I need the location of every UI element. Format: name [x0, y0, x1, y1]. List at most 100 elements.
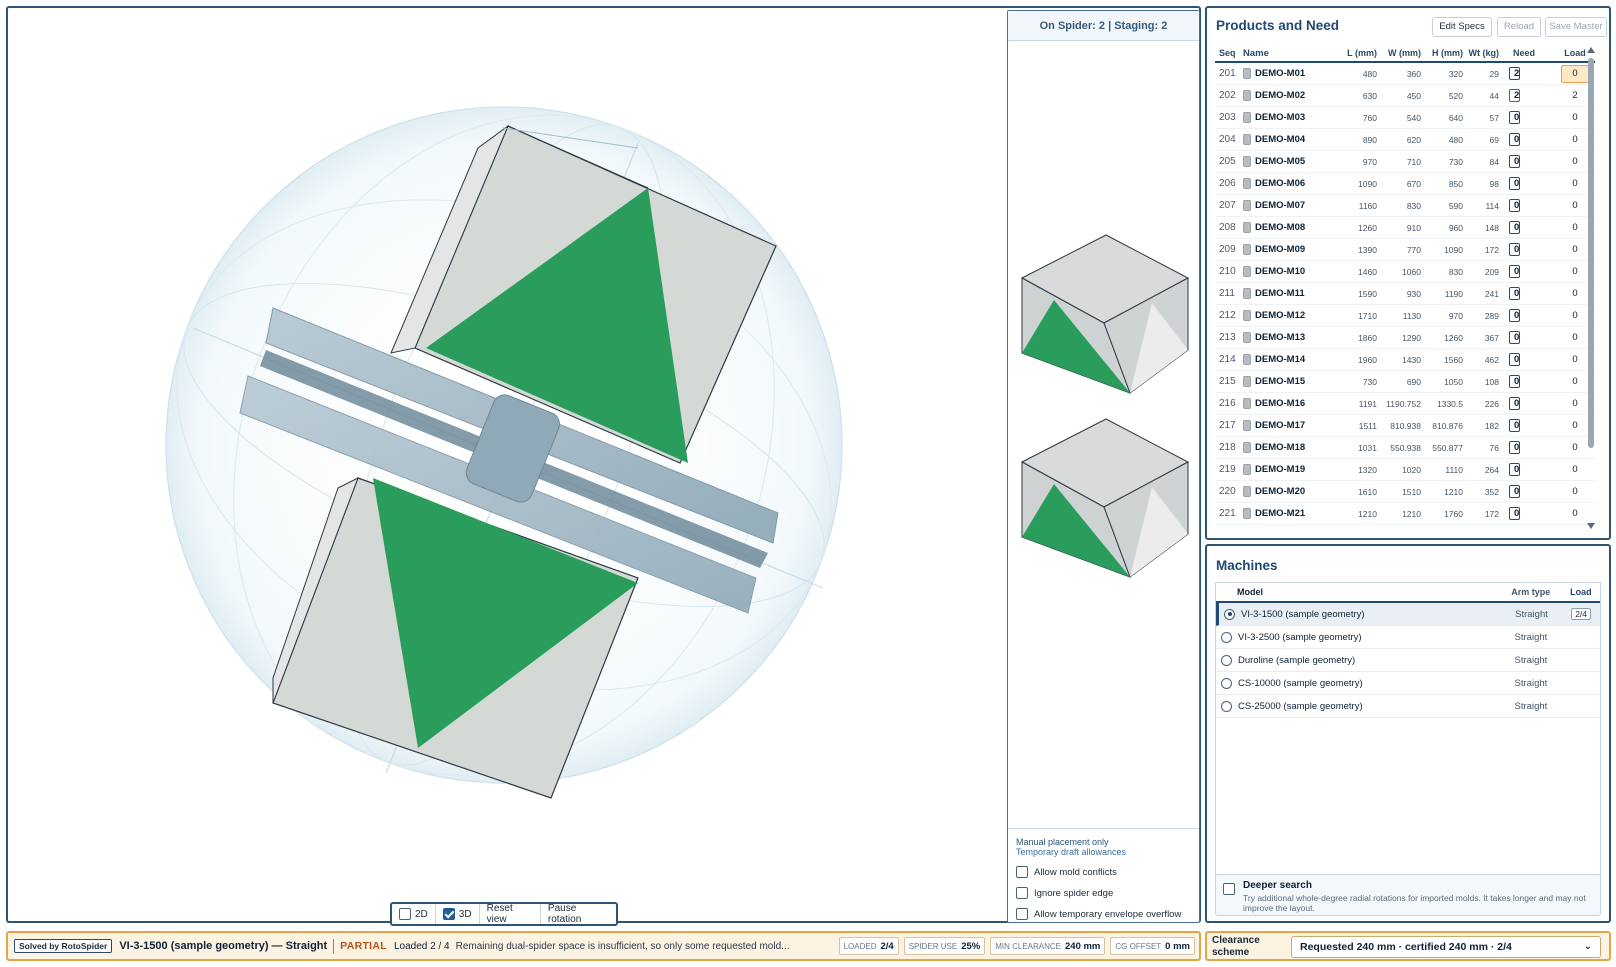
table-row[interactable]: 216 DEMO-M16 1191 1190.752 1330.5 226 0 0: [1215, 393, 1595, 415]
need-input[interactable]: 0: [1509, 155, 1521, 168]
cell-need: 0: [1499, 484, 1557, 499]
edit-specs-button[interactable]: Edit Specs: [1432, 17, 1492, 37]
cell-name: DEMO-M03: [1243, 112, 1335, 123]
checkbox[interactable]: [1016, 887, 1028, 899]
table-row[interactable]: 219 DEMO-M19 1320 1020 1110 264 0 0: [1215, 459, 1595, 481]
table-row[interactable]: 203 DEMO-M03 760 540 640 57 0 0: [1215, 107, 1595, 129]
need-input[interactable]: 0: [1509, 419, 1521, 432]
cell-l: 480: [1362, 68, 1377, 79]
products-table: Seq Name L (mm) W (mm) H (mm) Wt (kg) Ne…: [1215, 45, 1595, 535]
table-row[interactable]: 209 DEMO-M09 1390 770 1090 172 0 0: [1215, 239, 1595, 261]
need-input[interactable]: 2: [1509, 67, 1521, 80]
ignore-spider-edge-checkbox[interactable]: Ignore spider edge: [1016, 887, 1191, 899]
table-row[interactable]: 204 DEMO-M04 890 620 480 69 0 0: [1215, 129, 1595, 151]
need-input[interactable]: 0: [1509, 177, 1521, 190]
machine-row[interactable]: VI-3-1500 (sample geometry) Straight 2/4: [1216, 603, 1600, 626]
table-row[interactable]: 215 DEMO-M15 730 690 1050 108 0 0: [1215, 371, 1595, 393]
mold-name: DEMO-M04: [1255, 134, 1306, 145]
cell-w: 450: [1406, 90, 1421, 101]
table-row[interactable]: 212 DEMO-M12 1710 1130 970 289 0 0: [1215, 305, 1595, 327]
need-input[interactable]: 0: [1509, 111, 1521, 124]
cell-w: 550.938: [1390, 442, 1421, 453]
mold-color-swatch: [1243, 156, 1251, 167]
checkbox-2d[interactable]: [399, 908, 411, 920]
need-input[interactable]: 2: [1509, 89, 1521, 102]
toggle-3d[interactable]: 3D: [436, 904, 480, 924]
cell-name: DEMO-M01: [1243, 68, 1335, 79]
need-input[interactable]: 0: [1509, 199, 1521, 212]
cell-name: DEMO-M12: [1243, 310, 1335, 321]
save-master-button[interactable]: Save Master: [1545, 17, 1607, 37]
need-input[interactable]: 0: [1509, 133, 1521, 146]
checkbox[interactable]: [1016, 908, 1028, 920]
table-row[interactable]: 206 DEMO-M06 1090 670 850 98 0 0: [1215, 173, 1595, 195]
need-input[interactable]: 0: [1509, 243, 1521, 256]
table-row[interactable]: 221 DEMO-M21 1210 1210 1760 172 0 0: [1215, 503, 1595, 525]
table-row[interactable]: 220 DEMO-M20 1610 1510 1210 352 0 0: [1215, 481, 1595, 503]
table-row[interactable]: 205 DEMO-M05 970 710 730 84 0 0: [1215, 151, 1595, 173]
need-input[interactable]: 0: [1509, 309, 1521, 322]
load-value: 0: [1572, 112, 1578, 123]
cell-wt: 108: [1484, 376, 1499, 387]
machine-radio[interactable]: [1221, 654, 1232, 666]
machine-radio[interactable]: [1224, 608, 1235, 620]
cell-h: 590: [1448, 200, 1463, 211]
allow-envelope-overflow-checkbox[interactable]: Allow temporary envelope overflow: [1016, 908, 1191, 920]
deeper-search-option[interactable]: Deeper search Try additional whole-degre…: [1215, 874, 1601, 916]
staged-mold-thumbnail[interactable]: [1018, 233, 1190, 401]
toggle-2d[interactable]: 2D: [392, 904, 436, 924]
cell-h: 830: [1448, 266, 1463, 277]
table-row[interactable]: 217 DEMO-M17 1511 810.938 810.876 182 0 0: [1215, 415, 1595, 437]
cell-seq: 205: [1219, 156, 1236, 167]
viewer-panel[interactable]: On Spider: 2 | Staging: 2 Manual placeme…: [6, 6, 1201, 923]
table-row[interactable]: 201 DEMO-M01 480 360 320 29 2 0: [1215, 63, 1595, 85]
need-input[interactable]: 0: [1509, 507, 1521, 520]
machine-row[interactable]: CS-10000 (sample geometry) Straight: [1216, 672, 1600, 695]
allow-mold-conflicts-checkbox[interactable]: Allow mold conflicts: [1016, 866, 1191, 878]
pause-rotation-button[interactable]: Pause rotation: [541, 903, 616, 925]
machine-radio[interactable]: [1221, 677, 1232, 689]
staged-mold-thumbnail[interactable]: [1018, 417, 1190, 585]
machine-radio[interactable]: [1221, 700, 1232, 712]
need-input[interactable]: 0: [1509, 287, 1521, 300]
cell-l: 1210: [1358, 508, 1377, 519]
cell-seq: 206: [1219, 178, 1236, 189]
checkbox[interactable]: [1016, 866, 1028, 878]
table-row[interactable]: 202 DEMO-M02 630 450 520 44 2 2: [1215, 85, 1595, 107]
need-input[interactable]: 0: [1509, 353, 1521, 366]
cell-wt: 98: [1489, 178, 1499, 189]
need-input[interactable]: 0: [1509, 463, 1521, 476]
spider-3d-view[interactable]: [8, 8, 968, 888]
table-row[interactable]: 214 DEMO-M14 1960 1430 1560 462 0 0: [1215, 349, 1595, 371]
reload-button[interactable]: Reload: [1497, 17, 1541, 37]
table-row[interactable]: 207 DEMO-M07 1160 830 590 114 0 0: [1215, 195, 1595, 217]
clearance-scheme-select[interactable]: Requested 240 mm · certified 240 mm · 2/…: [1291, 936, 1601, 958]
need-input[interactable]: 0: [1509, 375, 1521, 388]
table-row[interactable]: 211 DEMO-M11 1590 930 1190 241 0 0: [1215, 283, 1595, 305]
need-input[interactable]: 0: [1509, 331, 1521, 344]
cell-name: DEMO-M07: [1243, 200, 1335, 211]
deeper-search-checkbox[interactable]: [1223, 883, 1235, 895]
need-input[interactable]: 0: [1509, 485, 1521, 498]
machine-row[interactable]: Duroline (sample geometry) Straight: [1216, 649, 1600, 672]
machine-model: CS-10000 (sample geometry): [1238, 677, 1363, 689]
need-input[interactable]: 0: [1509, 221, 1521, 234]
table-row[interactable]: 218 DEMO-M18 1031 550.938 550.877 76 0 0: [1215, 437, 1595, 459]
table-row[interactable]: 210 DEMO-M10 1460 1060 830 209 0 0: [1215, 261, 1595, 283]
table-row[interactable]: 208 DEMO-M08 1260 910 960 148 0 0: [1215, 217, 1595, 239]
cell-seq: 216: [1219, 398, 1236, 409]
cell-seq: 215: [1219, 376, 1236, 387]
machine-row[interactable]: VI-3-2500 (sample geometry) Straight: [1216, 626, 1600, 649]
need-input[interactable]: 0: [1509, 397, 1521, 410]
need-input[interactable]: 0: [1509, 441, 1521, 454]
reset-view-button[interactable]: Reset view: [480, 903, 541, 925]
status-loaded: Loaded 2 / 4: [394, 940, 450, 952]
checkbox-3d[interactable]: [442, 908, 455, 920]
machine-row[interactable]: CS-25000 (sample geometry) Straight: [1216, 695, 1600, 718]
load-value: 0: [1572, 266, 1578, 277]
products-scrollbar[interactable]: [1585, 45, 1595, 531]
need-input[interactable]: 0: [1509, 265, 1521, 278]
machine-model: Duroline (sample geometry): [1238, 654, 1356, 666]
table-row[interactable]: 213 DEMO-M13 1860 1290 1260 367 0 0: [1215, 327, 1595, 349]
machine-radio[interactable]: [1221, 631, 1232, 643]
